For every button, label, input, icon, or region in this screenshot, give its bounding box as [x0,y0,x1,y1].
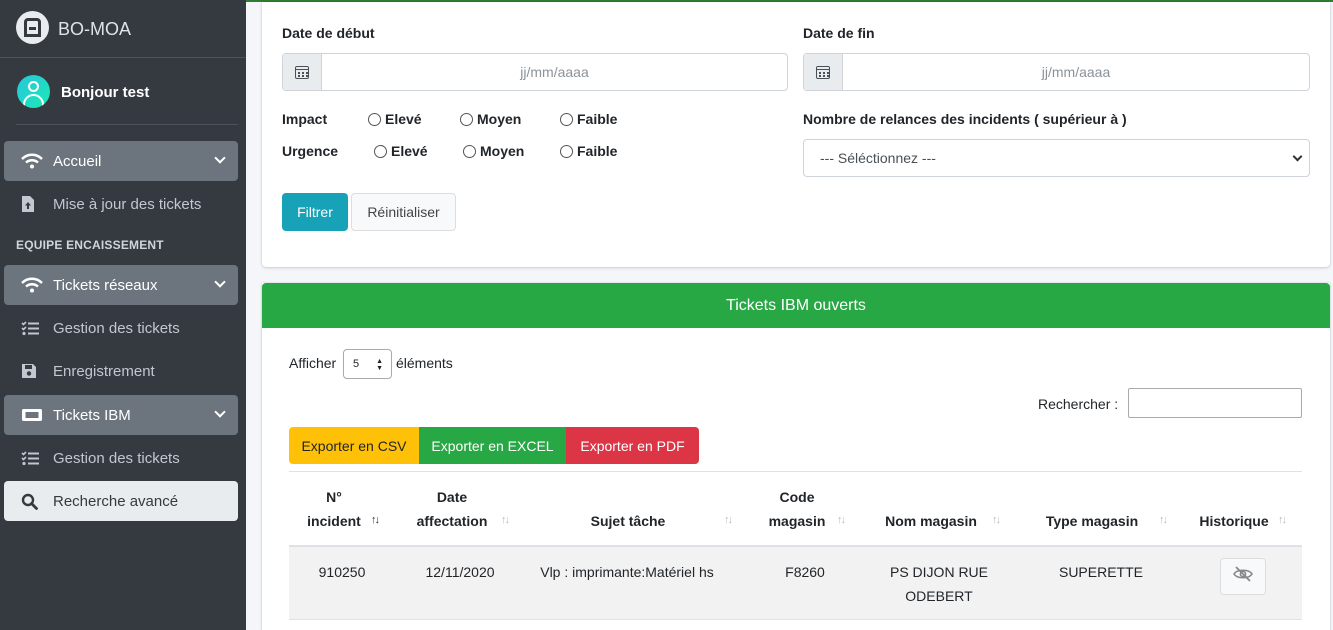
column-header-historique[interactable]: Historique [1192,509,1276,533]
urgence-radio-moyen[interactable]: Moyen [463,143,524,159]
column-header-type[interactable]: Type magasin [1037,509,1147,533]
wifi-icon [21,153,53,169]
chevron-down-icon [214,406,226,418]
column-header-sujet[interactable]: Sujet tâche [568,509,688,533]
tickets-card: Tickets IBM ouverts Afficher 5 ▲ ▼ élémen… [262,283,1330,630]
column-header-incident[interactable]: N° incident [294,485,374,533]
sidebar-item-recherche-avance[interactable]: Recherche avancé [4,481,238,521]
sort-icon[interactable]: ↑↓ [992,514,1001,526]
sidebar-item-accueil[interactable]: Accueil [4,141,238,181]
sort-icon[interactable]: ↑↓ [837,514,846,526]
sidebar-item-label: Mise à jour des tickets [53,195,202,213]
sidebar-item-gestion-tickets-ibm[interactable]: Gestion des tickets [4,438,238,478]
urgence-radio-faible[interactable]: Faible [560,143,617,159]
sidebar-item-label: Tickets IBM [53,406,131,424]
chevron-down-icon [214,152,226,164]
reset-button[interactable]: Réinitialiser [351,193,456,231]
cell-type: SUPERETTE [1058,564,1143,580]
sidebar-item-tickets-reseaux[interactable]: Tickets réseaux [4,265,238,305]
sort-icon[interactable]: ↑↓ [501,514,510,526]
sidebar-item-label: Recherche avancé [53,492,179,510]
urgence-radio-eleve[interactable]: Elevé [374,143,428,159]
urgence-label: Urgence [282,143,339,159]
sort-icon[interactable]: ↑↓ [724,514,733,526]
sidebar-item-tickets-ibm[interactable]: Tickets IBM [4,395,238,435]
sidebar: BO-MOA Bonjour test Accueil Mise à jour … [0,0,246,630]
cell-incident: 910250 [318,564,366,580]
show-entries-value: 5 [353,358,360,370]
chevron-down-icon [214,276,226,288]
impact-radio-eleve[interactable]: Elevé [368,111,422,127]
sidebar-section-header: EQUIPE ENCAISSEMENT [16,238,164,252]
sidebar-item-label: Gestion des tickets [53,449,180,467]
column-header-code[interactable]: Code magasin [762,485,832,533]
search-label: Rechercher : [1038,396,1119,412]
show-entries-prefix: Afficher [289,355,337,371]
impact-radio-moyen[interactable]: Moyen [460,111,521,127]
user-greeting: Bonjour test [61,84,150,101]
calendar-icon [804,54,843,90]
show-entries-select[interactable]: 5 ▲ ▼ [343,349,392,379]
start-date-field[interactable]: jj/mm/aaaa [282,53,788,91]
sort-asc-icon[interactable]: ↑↓ [371,514,380,526]
filter-button[interactable]: Filtrer [282,193,348,231]
brand-name: BO-MOA [58,19,132,39]
ticket-icon [21,408,53,422]
end-date-field[interactable]: jj/mm/aaaa [803,53,1310,91]
sidebar-item-label: Enregistrement [53,362,155,380]
cell-code: F8260 [785,564,825,580]
sidebar-item-gestion-tickets-reseaux[interactable]: Gestion des tickets [4,308,238,348]
start-date-input[interactable]: jj/mm/aaaa [322,54,787,90]
list-check-icon [21,320,53,336]
brand-logo-icon [16,11,49,44]
updown-icon: ▲ ▼ [376,358,383,372]
sidebar-item-mise-a-jour[interactable]: Mise à jour des tickets [4,184,238,224]
user-panel[interactable]: Bonjour test [0,58,246,125]
historique-button[interactable] [1220,558,1266,595]
divider [289,471,1302,472]
search-input[interactable] [1128,388,1302,418]
brand[interactable]: BO-MOA [0,0,246,58]
relances-select[interactable]: --- Séléctionnez --- [803,139,1310,177]
sidebar-item-label: Tickets réseaux [53,276,158,294]
end-date-label: Date de fin [803,25,875,41]
file-upload-icon [21,195,53,213]
sidebar-item-enregistrement[interactable]: Enregistrement [4,351,238,391]
export-pdf-button[interactable]: Exporter en PDF [566,427,699,464]
sort-icon[interactable]: ↑↓ [1159,514,1168,526]
wifi-icon [21,277,53,293]
sort-icon[interactable]: ↑↓ [1278,514,1287,526]
save-icon [21,363,53,379]
list-check-icon [21,450,53,466]
impact-label: Impact [282,111,328,127]
chevron-down-icon [1292,151,1303,162]
relances-select-value: --- Séléctionnez --- [820,150,936,166]
search-icon [21,493,53,510]
column-header-date[interactable]: Date affectation [407,485,497,533]
sidebar-item-label: Gestion des tickets [53,319,180,337]
divider [289,619,1302,620]
end-date-input[interactable]: jj/mm/aaaa [843,54,1309,90]
relances-label: Nombre de relances des incidents ( supér… [803,111,1127,127]
cell-sujet: Vlp : imprimante:Matériel hs [540,564,714,580]
export-csv-button[interactable]: Exporter en CSV [289,427,419,464]
show-entries-suffix: éléments [396,355,453,371]
column-header-nom[interactable]: Nom magasin [876,509,986,533]
export-excel-button[interactable]: Exporter en EXCEL [419,427,566,464]
sidebar-item-label: Accueil [53,152,102,170]
eye-slash-icon [1233,566,1253,587]
impact-radio-faible[interactable]: Faible [560,111,617,127]
filter-card: Date de début Date de fin jj/mm/aaaa jj/… [262,2,1330,267]
user-avatar-icon [17,75,50,108]
start-date-label: Date de début [282,25,375,41]
cell-nom: PS DIJON RUE ODEBERT [889,564,988,604]
tickets-card-title: Tickets IBM ouverts [262,283,1330,328]
calendar-icon [283,54,322,90]
cell-date: 12/11/2020 [425,564,495,580]
